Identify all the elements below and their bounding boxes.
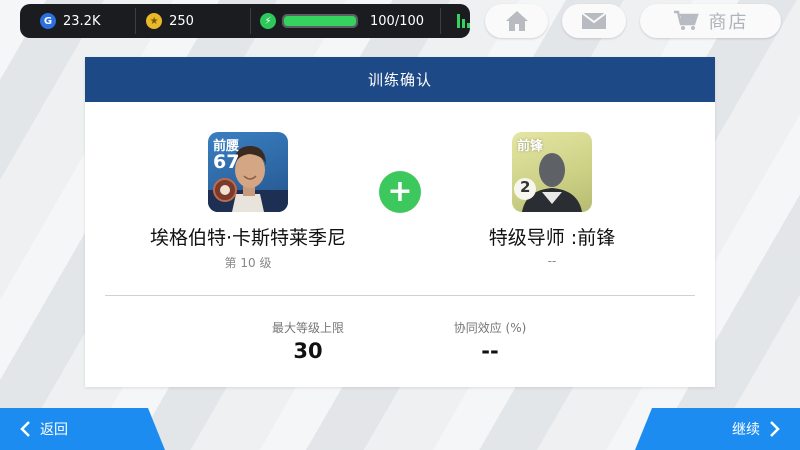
star-coin-icon: ★ [146, 13, 163, 29]
back-label: 返回 [40, 422, 68, 438]
player-rating: 67 [213, 151, 240, 173]
stats-button[interactable] [441, 4, 470, 38]
trainer-name-right: 特级导师 :前锋 [488, 227, 616, 249]
energy-bar-fill [284, 16, 357, 26]
training-confirm-dialog: 训练确认 前腰 67 埃格伯特·卡斯特莱季尼 第 10 级 + 前锋 2 特级导… [85, 57, 715, 387]
continue-label: 继续 [732, 422, 760, 438]
status-bar: G 23.2K ★ 250 ⚡ 100/100 [20, 4, 470, 38]
trainer-card-right[interactable]: 前锋 2 [512, 132, 592, 212]
home-icon [505, 11, 528, 31]
chevron-right-icon [770, 421, 780, 437]
shop-label: 商店 [708, 12, 749, 33]
player-level-left: 第 10 级 [224, 256, 272, 270]
plus-icon: + [379, 171, 421, 213]
player-name-left: 埃格伯特·卡斯特莱季尼 [149, 227, 347, 249]
energy-meter: ⚡ 100/100 [251, 4, 424, 38]
player-card-left[interactable]: 前腰 67 [208, 132, 288, 212]
dialog-title: 训练确认 [85, 57, 715, 102]
max-level-label: 最大等级上限 [271, 321, 344, 335]
cart-icon [673, 10, 699, 30]
divider [105, 295, 695, 296]
shop-button[interactable]: 商店 [640, 4, 781, 38]
energy-value: 100/100 [370, 13, 425, 29]
gp-coin-icon: G [40, 13, 56, 29]
continue-button[interactable]: 继续 [635, 408, 800, 450]
synergy-label: 协同效应 (%) [453, 321, 527, 335]
energy-bar [282, 14, 359, 28]
trainer-rank-badge: 2 [520, 178, 531, 196]
bar-chart-icon [457, 14, 470, 28]
mail-button[interactable] [562, 4, 626, 38]
coin-value: 250 [169, 13, 194, 29]
gp-balance: G 23.2K [20, 4, 135, 38]
home-button[interactable] [485, 4, 548, 38]
position-label: 前锋 [517, 139, 544, 154]
lightning-icon: ⚡ [260, 13, 277, 29]
chevron-left-icon [20, 421, 30, 437]
back-button[interactable]: 返回 [0, 408, 165, 450]
gp-value: 23.2K [63, 13, 101, 29]
mail-icon [581, 12, 607, 29]
max-level-value: 30 [293, 339, 323, 363]
synergy-value: -- [481, 339, 499, 363]
trainer-level-right: -- [547, 254, 557, 268]
coin-balance: ★ 250 [136, 4, 250, 38]
